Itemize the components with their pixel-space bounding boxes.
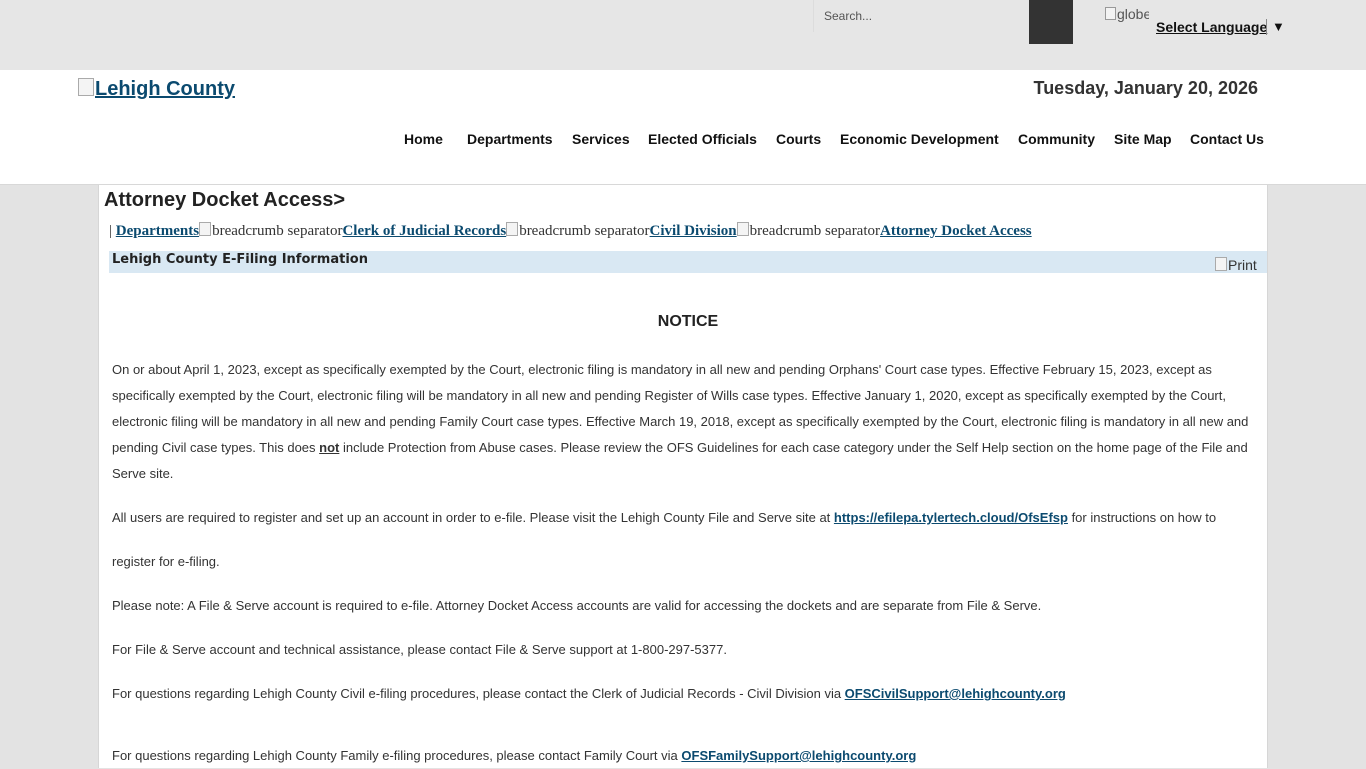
paragraph-registration: All users are required to register and s… [112, 510, 1217, 525]
current-date: Tuesday, January 20, 2026 [1033, 78, 1258, 98]
main-content: Attorney Docket Access> | Departments bre… [98, 185, 1268, 768]
nav-courts[interactable]: Courts [776, 131, 821, 147]
emphasis-not: not [319, 440, 340, 455]
globe-icon: globe [1105, 6, 1149, 26]
paragraph-family-contact: For questions regarding Lehigh County Fa… [112, 748, 917, 763]
search-input[interactable] [813, 0, 1029, 32]
nav-contact-us[interactable]: Contact Us [1190, 131, 1264, 147]
breadcrumb-clerk-of-judicial-records[interactable]: Clerk of Judicial Records [342, 223, 506, 239]
info-title: Lehigh County E-Filing Information [112, 252, 368, 267]
breadcrumb-prefix: | [109, 223, 116, 239]
nav-home[interactable]: Home [404, 131, 443, 147]
page-title: Attorney Docket Access> [104, 189, 346, 211]
paragraph-civil-contact: For questions regarding Lehigh County Ci… [112, 686, 1066, 701]
chevron-down-icon[interactable]: ▼ [1272, 19, 1285, 34]
top-utility-bar: globe Select Language ▼ [0, 0, 1366, 70]
nav-economic-development[interactable]: Economic Development [840, 131, 999, 147]
paragraph-support-phone: For File & Serve account and technical a… [112, 642, 727, 657]
paragraph-registration-continued: register for e-filing. [112, 554, 220, 569]
search-button[interactable] [1029, 0, 1073, 44]
breadcrumb: | Departments breadcrumb separatorClerk o… [109, 222, 1032, 240]
language-divider [1266, 19, 1267, 35]
efile-site-link[interactable]: https://efilepa.tylertech.cloud/OfsEfsp [834, 510, 1068, 525]
select-language-link[interactable]: Select Language [1156, 19, 1267, 35]
site-logo-link[interactable]: Lehigh County [78, 78, 235, 101]
notice-heading: NOTICE [657, 313, 719, 330]
nav-elected-officials[interactable]: Elected Officials [648, 131, 757, 147]
nav-community[interactable]: Community [1018, 131, 1095, 147]
paragraph-efiling-mandate: On or about April 1, 2023, except as spe… [112, 362, 1249, 481]
civil-support-email-link[interactable]: OFSCivilSupport@lehighcounty.org [845, 686, 1066, 701]
breadcrumb-separator-icon: breadcrumb separator [199, 222, 342, 239]
breadcrumb-civil-division[interactable]: Civil Division [650, 223, 737, 239]
nav-departments[interactable]: Departments [467, 131, 553, 147]
info-bar: Lehigh County E-Filing Information Print [109, 251, 1267, 273]
nav-site-map[interactable]: Site Map [1114, 131, 1172, 147]
breadcrumb-separator-icon: breadcrumb separator [736, 222, 880, 239]
family-support-email-link[interactable]: OFSFamilySupport@lehighcounty.org [681, 748, 916, 763]
breadcrumb-separator-icon: breadcrumb separator [506, 222, 650, 239]
breadcrumb-departments[interactable]: Departments [116, 223, 199, 239]
paragraph-account-note: Please note: A File & Serve account is r… [112, 598, 1042, 613]
logo-image-icon [78, 78, 94, 96]
print-icon[interactable]: Print [1215, 257, 1257, 273]
site-header: Lehigh County Tuesday, January 20, 2026 … [0, 70, 1366, 185]
nav-services[interactable]: Services [572, 131, 630, 147]
breadcrumb-attorney-docket-access[interactable]: Attorney Docket Access [880, 223, 1032, 239]
